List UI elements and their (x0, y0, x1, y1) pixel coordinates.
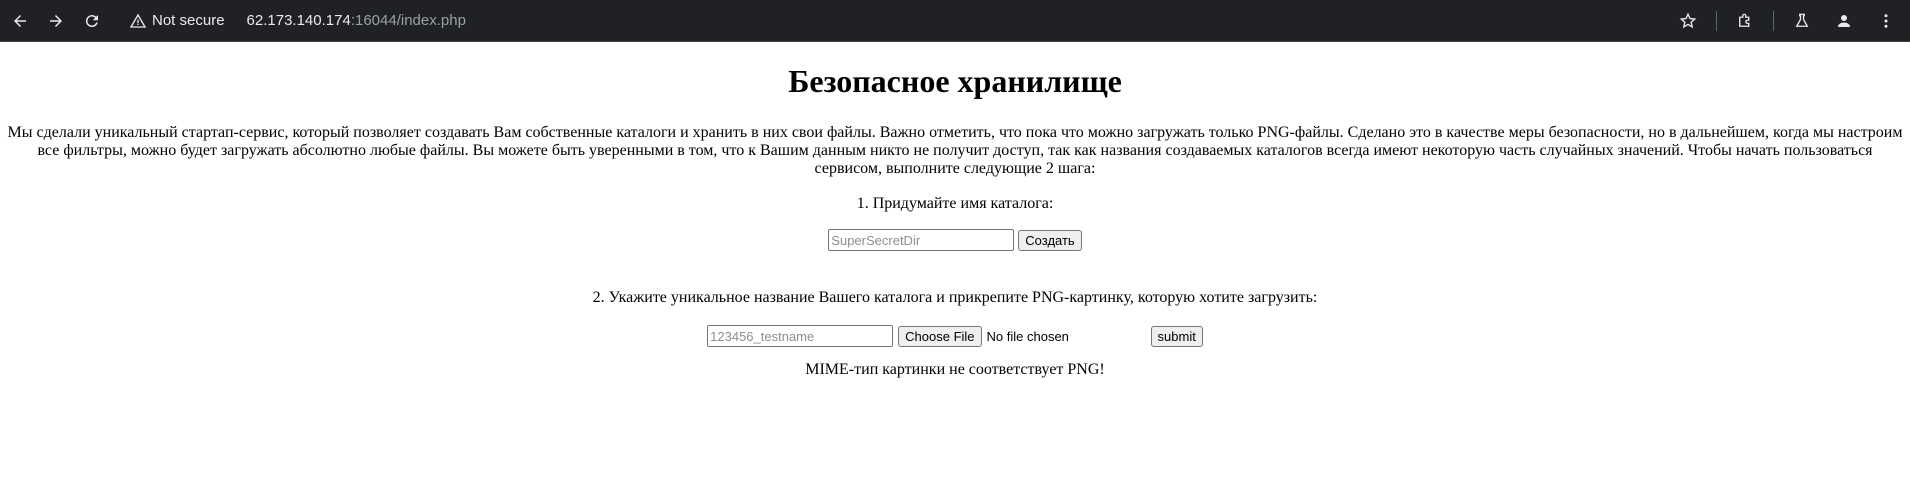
submit-button[interactable]: submit (1150, 325, 1203, 347)
browser-toolbar: Not secure 62.173.140.174:16044/index.ph… (0, 0, 1910, 42)
step2-label: 2. Укажите уникальное название Вашего ка… (592, 289, 1318, 306)
puzzle-icon (1739, 13, 1750, 27)
warning-triangle-icon (130, 13, 146, 28)
dir-name-input[interactable] (828, 229, 1015, 251)
arrow-left-icon (14, 14, 26, 27)
profile-button[interactable] (1830, 7, 1858, 35)
file-input[interactable]: Choose File No file chosen (898, 325, 1146, 347)
toolbar-divider (1773, 10, 1774, 31)
security-label: Not secure (152, 12, 225, 29)
toolbar-divider (1716, 10, 1717, 31)
menu-button[interactable] (1872, 7, 1900, 35)
person-icon (1838, 14, 1850, 27)
file-status: No file chosen (986, 328, 1069, 344)
url-host: 62.173.140.174 (246, 12, 351, 29)
reload-icon (85, 14, 98, 27)
choose-file-button[interactable]: Choose File (898, 325, 982, 347)
extensions-button[interactable] (1731, 7, 1759, 35)
toolbar-actions (1674, 7, 1910, 35)
reload-button[interactable] (74, 3, 110, 39)
page-content: Безопасное хранилище Мы сделали уникальн… (0, 63, 1910, 379)
upload-form: Choose File No file chosen submit (0, 325, 1910, 347)
security-indicator[interactable]: Not secure (130, 12, 225, 29)
more-vert-icon (1884, 13, 1888, 28)
address-bar[interactable]: Not secure 62.173.140.174:16044/index.ph… (118, 4, 1674, 38)
arrow-right-icon (50, 14, 62, 27)
forward-button[interactable] (38, 3, 74, 39)
url-text[interactable]: 62.173.140.174:16044/index.php (247, 12, 466, 29)
create-button[interactable]: Создать (1018, 229, 1082, 251)
step1-label: 1. Придумайте имя каталога: (856, 195, 1054, 212)
error-message: MIME-тип картинки не соответствует PNG! (805, 361, 1105, 378)
bookmark-button[interactable] (1674, 7, 1702, 35)
dir-id-input[interactable] (707, 325, 894, 347)
flask-icon (1795, 13, 1809, 27)
url-path: :16044/index.php (350, 12, 466, 29)
intro-text: Мы сделали уникальный стартап-сервис, ко… (7, 124, 1903, 177)
page-title: Безопасное хранилище (788, 63, 1122, 99)
star-icon (1679, 12, 1697, 28)
back-button[interactable] (2, 3, 38, 39)
labs-button[interactable] (1788, 7, 1816, 35)
create-dir-form: Создать (0, 229, 1910, 251)
